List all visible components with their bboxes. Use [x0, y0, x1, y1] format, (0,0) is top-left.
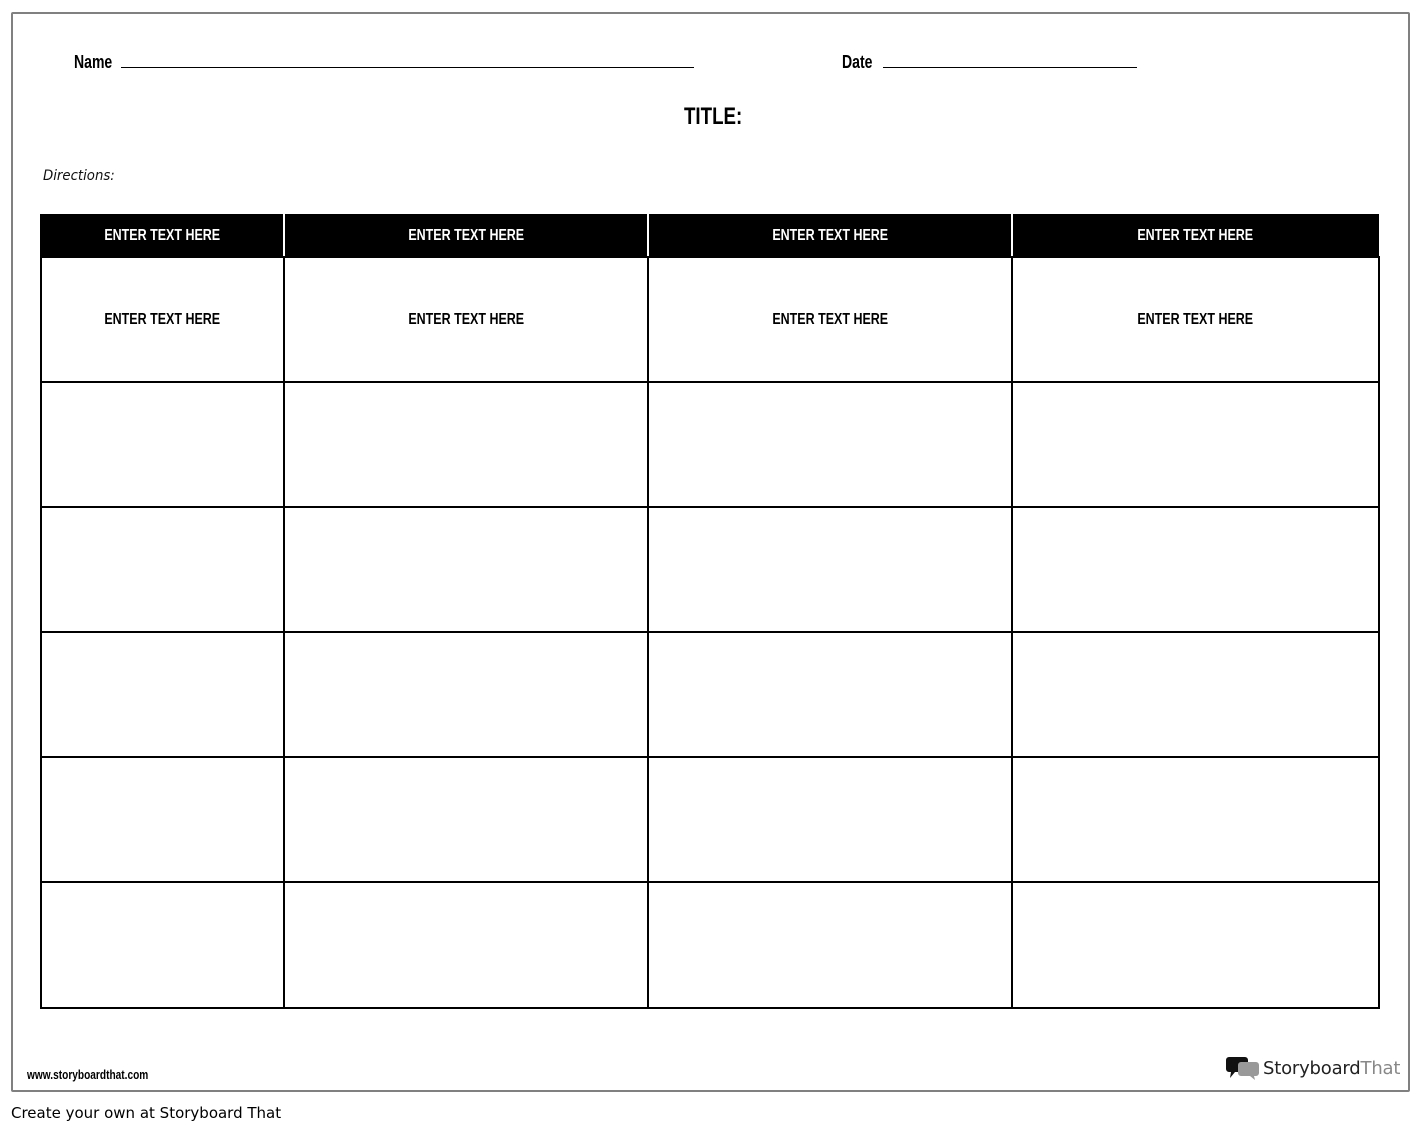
- logo-text: StoryboardThat: [1263, 1058, 1400, 1079]
- table-cell[interactable]: [1011, 756, 1380, 883]
- speech-bubbles-icon: [1226, 1057, 1259, 1080]
- date-input-line[interactable]: [883, 67, 1137, 68]
- table-cell[interactable]: [647, 631, 1013, 758]
- table-cell-text: ENTER TEXT HERE: [408, 310, 524, 328]
- table-header-text: ENTER TEXT HERE: [772, 226, 888, 244]
- name-label: Name: [74, 52, 113, 72]
- table-cell[interactable]: [40, 756, 285, 883]
- storyboardthat-logo: StoryboardThat: [1226, 1055, 1400, 1081]
- table-cell-text: ENTER TEXT HERE: [1137, 310, 1254, 328]
- table-cell[interactable]: [1011, 881, 1380, 1009]
- logo-brand-main: Storyboard: [1263, 1057, 1361, 1079]
- table-cell-text: ENTER TEXT HERE: [772, 310, 888, 328]
- table-cell[interactable]: [40, 881, 285, 1009]
- table-cell[interactable]: [283, 506, 649, 633]
- name-input-line[interactable]: [121, 67, 694, 68]
- table-cell[interactable]: [283, 881, 649, 1009]
- footer-url: www.storyboardthat.com: [27, 1067, 149, 1082]
- table-cell[interactable]: [647, 381, 1013, 508]
- table-header-text: ENTER TEXT HERE: [104, 226, 220, 244]
- table-cell[interactable]: [647, 881, 1013, 1009]
- table-cell[interactable]: ENTER TEXT HERE: [283, 256, 649, 383]
- table-header-cell[interactable]: ENTER TEXT HERE: [40, 214, 284, 257]
- table-cell[interactable]: [283, 381, 649, 508]
- table-header-text: ENTER TEXT HERE: [1137, 226, 1254, 244]
- table-cell[interactable]: ENTER TEXT HERE: [1011, 256, 1380, 383]
- table-header-text: ENTER TEXT HERE: [408, 226, 524, 244]
- header-divider: [283, 214, 285, 257]
- table-cell[interactable]: [647, 756, 1013, 883]
- table-cell[interactable]: [1011, 381, 1380, 508]
- table-cell[interactable]: [40, 506, 285, 633]
- header-divider: [1011, 214, 1013, 257]
- table-header-cell[interactable]: ENTER TEXT HERE: [1012, 214, 1379, 257]
- create-your-own-caption[interactable]: Create your own at Storyboard That: [11, 1104, 281, 1122]
- table-cell[interactable]: [283, 756, 649, 883]
- table-cell[interactable]: [647, 506, 1013, 633]
- directions-label[interactable]: Directions:: [43, 168, 115, 184]
- table-cell[interactable]: [40, 381, 285, 508]
- table-cell-text: ENTER TEXT HERE: [104, 310, 221, 328]
- header-divider: [647, 214, 649, 257]
- table-cell[interactable]: [1011, 631, 1380, 758]
- worksheet-title[interactable]: TITLE:: [684, 103, 742, 131]
- logo-brand-suffix: That: [1360, 1057, 1401, 1079]
- date-label: Date: [842, 52, 873, 72]
- table-cell[interactable]: [283, 631, 649, 758]
- table-cell[interactable]: [1011, 506, 1380, 633]
- table-cell[interactable]: [40, 631, 285, 758]
- table-cell[interactable]: ENTER TEXT HERE: [647, 256, 1013, 383]
- table-header-cell[interactable]: ENTER TEXT HERE: [284, 214, 648, 257]
- table-header-cell[interactable]: ENTER TEXT HERE: [648, 214, 1012, 257]
- table-cell[interactable]: ENTER TEXT HERE: [40, 256, 285, 383]
